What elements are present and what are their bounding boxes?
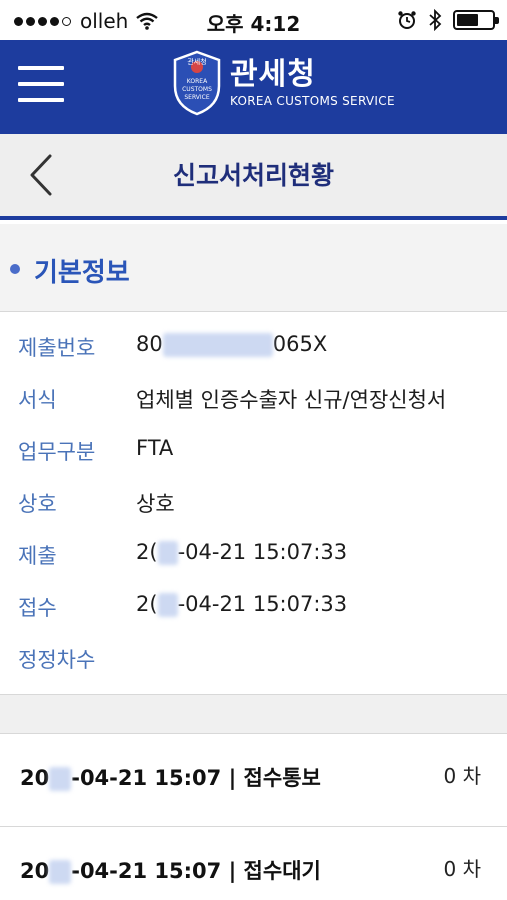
info-row-submission-number: 제출번호 80 065X bbox=[0, 332, 507, 372]
info-row-received: 접수 2(-04-21 15:07:33 bbox=[0, 592, 507, 632]
info-list: 제출번호 80 065X 서식 업체별 인증수출자 신규/연장신청서 업무구분 F… bbox=[0, 312, 507, 694]
history-item[interactable]: 20 -04-21 15:07 | 접수통보 0 차 bbox=[0, 734, 507, 826]
redacted-value bbox=[157, 593, 178, 617]
redacted-value bbox=[49, 860, 72, 884]
page-title: 신고서처리현황 bbox=[172, 161, 334, 190]
info-value: 2(-04-21 15:07:33 bbox=[136, 540, 348, 565]
sub-header: 신고서처리현황 bbox=[0, 134, 507, 220]
info-row-submitted: 제출 2(-04-21 15:07:33 bbox=[0, 540, 507, 580]
info-row-revision-count: 정정차수 bbox=[0, 644, 507, 684]
bluetooth-icon bbox=[429, 9, 442, 31]
redacted-value bbox=[157, 541, 178, 565]
brand-name-korean: 관세청 bbox=[230, 57, 316, 92]
section-divider bbox=[0, 694, 507, 734]
brand[interactable]: 관세청 KOREA CUSTOMS SERVICE 관세청 KOREA CUST… bbox=[172, 50, 395, 116]
info-label: 정정차수 bbox=[18, 648, 96, 672]
brand-name-english: KOREA CUSTOMS SERVICE bbox=[230, 94, 395, 108]
info-value: 상호 bbox=[136, 492, 175, 516]
history-item[interactable]: 20 -04-21 15:07 | 접수대기 0 차 bbox=[0, 826, 507, 900]
alarm-clock-icon bbox=[398, 11, 416, 29]
history-count: 0 차 bbox=[443, 764, 481, 788]
info-label: 접수 bbox=[18, 596, 57, 620]
info-value: 업체별 인증수출자 신규/연장신청서 bbox=[136, 388, 447, 412]
redacted-value bbox=[162, 333, 273, 357]
svg-text:KOREA: KOREA bbox=[187, 78, 208, 85]
info-label: 제출 bbox=[18, 544, 57, 568]
svg-text:관세청: 관세청 bbox=[187, 57, 206, 66]
svg-text:SERVICE: SERVICE bbox=[184, 94, 210, 101]
brand-text: 관세청 KOREA CUSTOMS SERVICE bbox=[230, 57, 395, 109]
info-row-form: 서식 업체별 인증수출자 신규/연장신청서 bbox=[0, 384, 507, 424]
app-header: 관세청 KOREA CUSTOMS SERVICE 관세청 KOREA CUST… bbox=[0, 40, 507, 134]
customs-emblem-icon: 관세청 KOREA CUSTOMS SERVICE bbox=[173, 50, 221, 116]
info-value: FTA bbox=[136, 436, 174, 460]
section-header: 기본정보 bbox=[0, 224, 507, 312]
battery-icon bbox=[453, 10, 499, 30]
info-label: 상호 bbox=[18, 492, 57, 516]
status-right bbox=[397, 9, 499, 31]
history-text: 20 -04-21 15:07 | 접수대기 bbox=[20, 859, 321, 884]
history-count: 0 차 bbox=[443, 857, 481, 881]
info-value: 2(-04-21 15:07:33 bbox=[136, 592, 348, 617]
info-row-business-type: 업무구분 FTA bbox=[0, 436, 507, 476]
info-label: 서식 bbox=[18, 388, 57, 412]
history-text: 20 -04-21 15:07 | 접수통보 bbox=[20, 766, 321, 791]
redacted-value bbox=[49, 767, 72, 791]
info-value: 80 065X bbox=[136, 332, 328, 357]
info-label: 업무구분 bbox=[18, 440, 96, 464]
status-bar: olleh 오후 4:12 bbox=[0, 0, 507, 40]
info-label: 제출번호 bbox=[18, 336, 96, 360]
bullet-icon bbox=[10, 264, 20, 274]
section-title: 기본정보 bbox=[34, 258, 130, 288]
info-row-company-name: 상호 상호 bbox=[0, 488, 507, 528]
svg-text:CUSTOMS: CUSTOMS bbox=[182, 86, 212, 93]
hamburger-menu-icon[interactable] bbox=[18, 62, 66, 110]
